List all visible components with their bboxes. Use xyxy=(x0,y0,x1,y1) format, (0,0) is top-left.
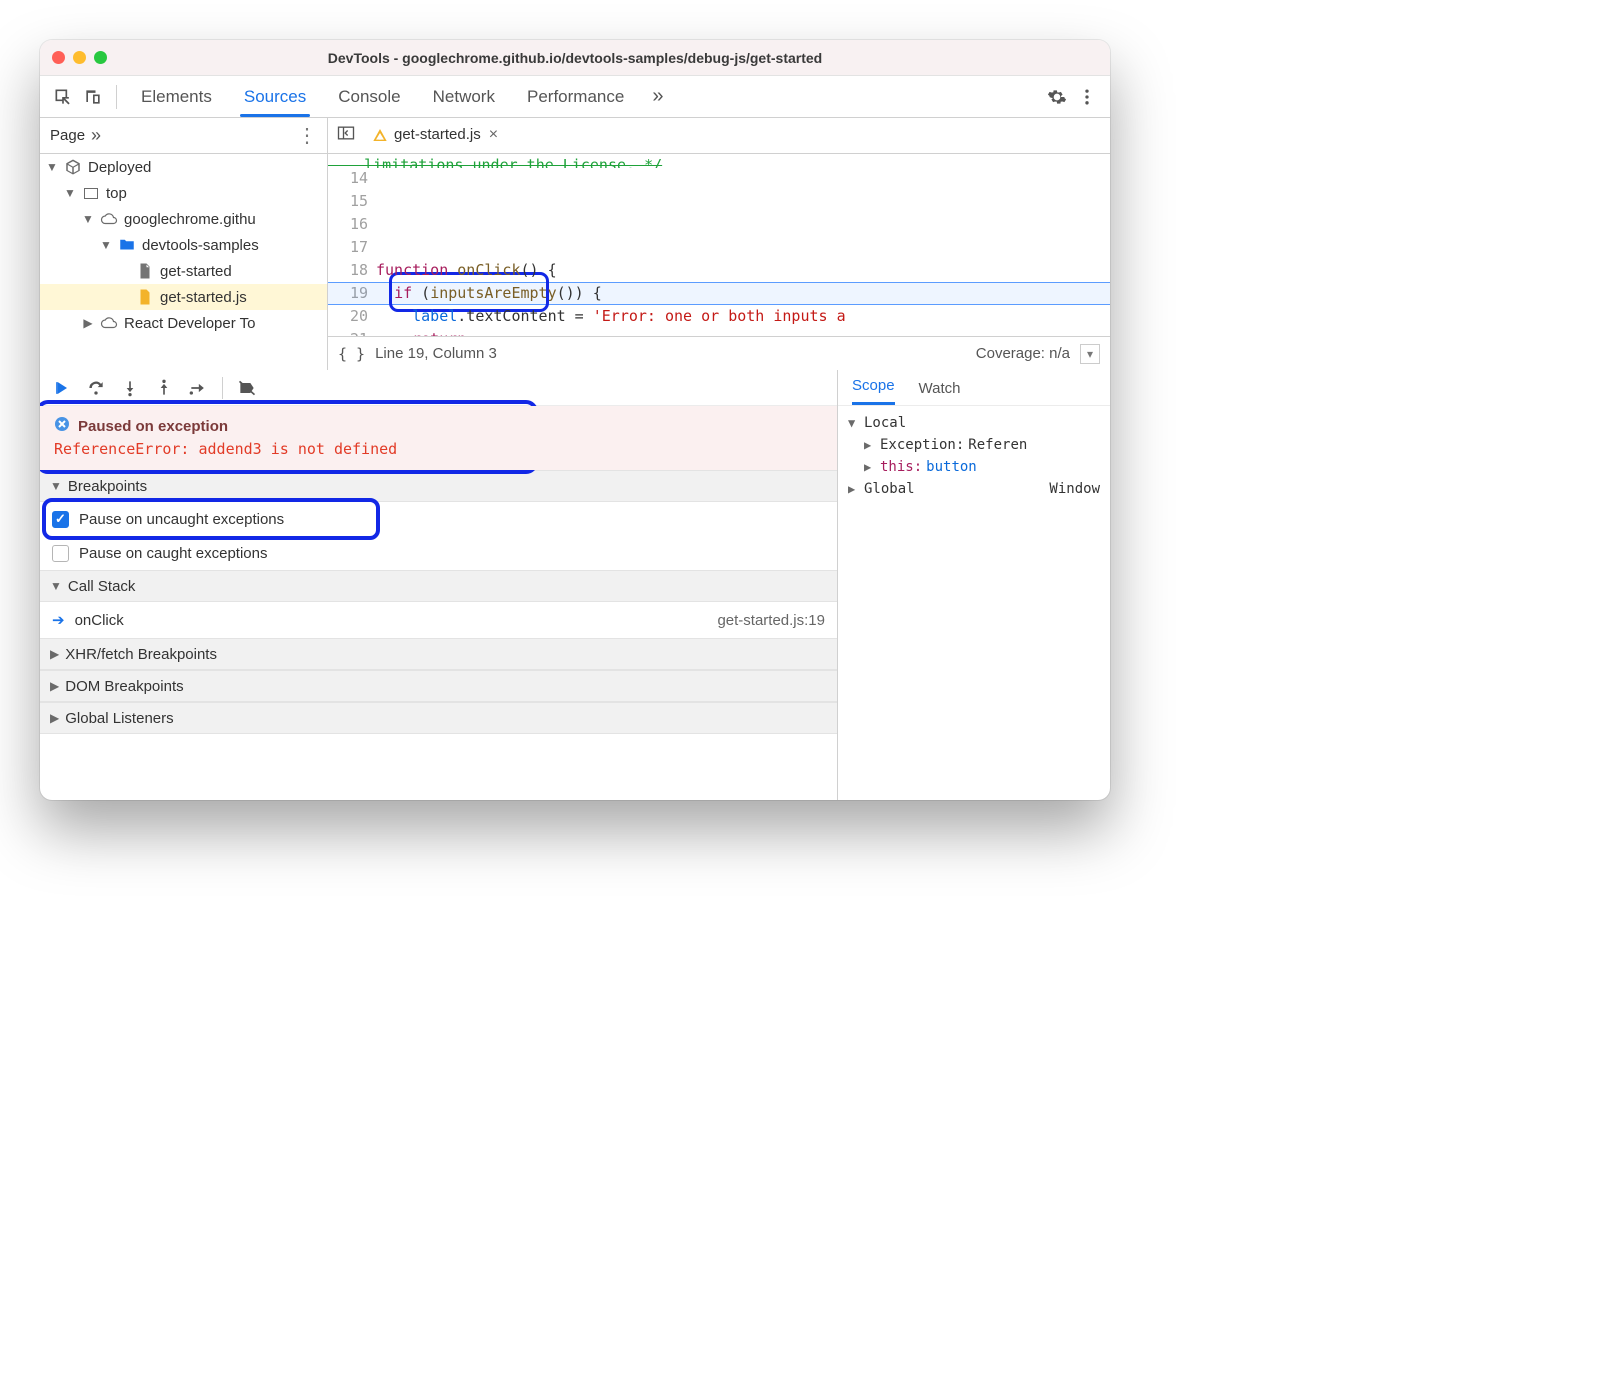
window-title: DevTools - googlechrome.github.io/devtoo… xyxy=(40,50,1110,66)
tab-scope[interactable]: Scope xyxy=(852,377,895,405)
window-controls xyxy=(52,51,107,64)
tab-console[interactable]: Console xyxy=(324,76,414,117)
callstack-frame[interactable]: ➔ onClick get-started.js:19 xyxy=(40,602,837,638)
editor-tab-label: get-started.js xyxy=(394,126,481,143)
step-out-button[interactable] xyxy=(150,374,178,402)
error-icon xyxy=(54,416,70,436)
scope-this[interactable]: ▶this: button xyxy=(842,456,1106,478)
warning-icon xyxy=(372,127,388,143)
document-icon xyxy=(136,262,154,280)
editor-status-bar: { } Line 19, Column 3 Coverage: n/a ▾ xyxy=(328,336,1110,370)
callstack-header[interactable]: ▼Call Stack xyxy=(40,570,837,602)
folder-icon xyxy=(118,236,136,254)
navigator-menu-icon[interactable]: ⋮ xyxy=(297,123,317,148)
step-over-button[interactable] xyxy=(82,374,110,402)
cursor-position: Line 19, Column 3 xyxy=(375,345,497,362)
pause-title: Paused on exception xyxy=(78,418,228,435)
inspect-icon[interactable] xyxy=(50,84,76,110)
toggle-navigator-icon[interactable] xyxy=(336,123,358,148)
scope-pane: Scope Watch ▼Local ▶Exception: Referen ▶… xyxy=(838,370,1110,800)
tree-deployed[interactable]: ▼ Deployed xyxy=(40,154,327,180)
titlebar: DevTools - googlechrome.github.io/devtoo… xyxy=(40,40,1110,76)
xhr-breakpoints-header[interactable]: ▶XHR/fetch Breakpoints xyxy=(40,638,837,670)
close-window-button[interactable] xyxy=(52,51,65,64)
tree-top[interactable]: ▼ top xyxy=(40,180,327,206)
scope-local[interactable]: ▼Local xyxy=(842,412,1106,434)
file-tree: ▼ Deployed ▼ top ▼ googlechrome.githu ▼ xyxy=(40,154,327,370)
breakpoints-header[interactable]: ▼Breakpoints xyxy=(40,470,837,502)
debugger-toolbar xyxy=(40,370,837,406)
device-toggle-icon[interactable] xyxy=(80,84,106,110)
cloud-icon xyxy=(100,314,118,332)
code-lines: function onClick() { if (inputsAreEmpty(… xyxy=(376,154,1110,336)
checkbox-checked-icon[interactable]: ✓ xyxy=(52,511,69,528)
tab-sources[interactable]: Sources xyxy=(230,76,320,117)
more-tabs-button[interactable]: » xyxy=(642,85,673,108)
global-listeners-header[interactable]: ▶Global Listeners xyxy=(40,702,837,734)
close-tab-button[interactable]: × xyxy=(489,126,498,144)
pause-uncaught-row[interactable]: ✓ Pause on uncaught exceptions xyxy=(40,502,837,536)
debugger-pane: Paused on exception ReferenceError: adde… xyxy=(40,370,838,800)
tree-domain[interactable]: ▼ googlechrome.githu xyxy=(40,206,327,232)
tree-file-html[interactable]: ▶ get-started xyxy=(40,258,327,284)
pause-detail: ReferenceError: addend3 is not defined xyxy=(54,440,823,458)
kebab-menu-icon[interactable] xyxy=(1074,84,1100,110)
coverage-dropdown-icon[interactable]: ▾ xyxy=(1080,344,1100,364)
deactivate-breakpoints-button[interactable] xyxy=(233,374,261,402)
resume-button[interactable] xyxy=(48,374,76,402)
tab-performance[interactable]: Performance xyxy=(513,76,638,117)
toolbar-separator xyxy=(116,85,117,109)
navigator-more-tabs[interactable]: » xyxy=(91,125,101,146)
editor-tab[interactable]: get-started.js × xyxy=(368,118,502,153)
code-editor[interactable]: limitations under the License. */ 14 15 … xyxy=(328,154,1110,336)
line-gutter: 14 15 16 17 18 19 20 21 xyxy=(328,154,376,336)
tab-network[interactable]: Network xyxy=(419,76,509,117)
scope-global[interactable]: ▶GlobalWindow xyxy=(842,478,1106,500)
step-into-button[interactable] xyxy=(116,374,144,402)
js-file-icon xyxy=(136,288,154,306)
current-frame-icon: ➔ xyxy=(52,611,65,629)
coverage-label: Coverage: n/a xyxy=(976,345,1070,362)
navigator-tab-page[interactable]: Page xyxy=(50,127,85,144)
zoom-window-button[interactable] xyxy=(94,51,107,64)
cube-icon xyxy=(64,158,82,176)
cloud-icon xyxy=(100,210,118,228)
devtools-window: DevTools - googlechrome.github.io/devtoo… xyxy=(40,40,1110,800)
gear-icon[interactable] xyxy=(1044,84,1070,110)
pause-message: Paused on exception ReferenceError: adde… xyxy=(40,406,837,470)
tree-file-js[interactable]: ▶ get-started.js xyxy=(40,284,327,310)
navigator-pane: Page » ⋮ ▼ Deployed ▼ top ▼ xyxy=(40,118,328,370)
checkbox-unchecked-icon[interactable] xyxy=(52,545,69,562)
scope-exception[interactable]: ▶Exception: Referen xyxy=(842,434,1106,456)
tab-watch[interactable]: Watch xyxy=(919,380,961,405)
tab-elements[interactable]: Elements xyxy=(127,76,226,117)
tree-react-ext[interactable]: ▶ React Developer To xyxy=(40,310,327,336)
main-toolbar: Elements Sources Console Network Perform… xyxy=(40,76,1110,118)
pretty-print-button[interactable]: { } xyxy=(338,345,365,363)
step-button[interactable] xyxy=(184,374,212,402)
tree-folder[interactable]: ▼ devtools-samples xyxy=(40,232,327,258)
frame-icon xyxy=(82,184,100,202)
minimize-window-button[interactable] xyxy=(73,51,86,64)
editor-pane: get-started.js × limitations under the L… xyxy=(328,118,1110,370)
dom-breakpoints-header[interactable]: ▶DOM Breakpoints xyxy=(40,670,837,702)
pause-caught-row[interactable]: Pause on caught exceptions xyxy=(40,536,837,570)
